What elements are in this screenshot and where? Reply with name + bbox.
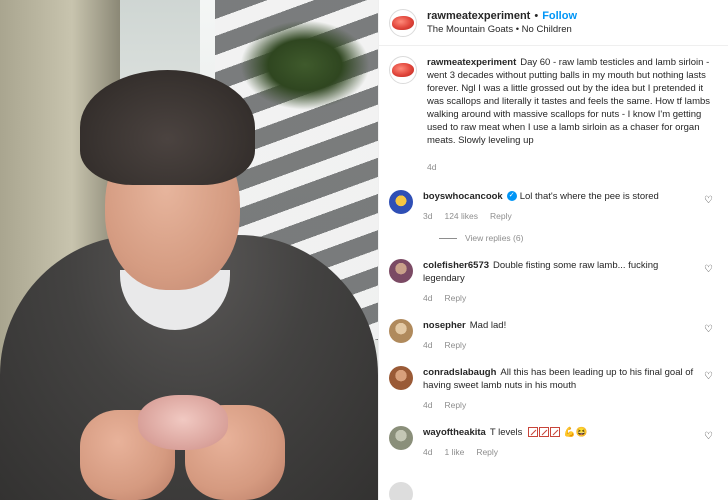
comment-meta: 4d Reply <box>423 292 694 305</box>
commenter-avatar[interactable] <box>389 319 413 343</box>
heart-icon[interactable]: ♡ <box>704 325 714 335</box>
steak-icon <box>392 63 414 77</box>
reply-button[interactable]: Reply <box>444 339 466 352</box>
commenter-avatar <box>389 482 413 500</box>
caption-text: Day 60 - raw lamb testicles and lamb sir… <box>427 57 711 146</box>
heart-icon[interactable]: ♡ <box>704 372 714 382</box>
comment-body: colefisher6573 Double fisting some raw la… <box>423 259 716 305</box>
comment-item: colefisher6573 Double fisting some raw la… <box>389 259 716 305</box>
follow-button[interactable]: Follow <box>542 10 577 22</box>
view-replies-label: View replies (6) <box>465 233 524 243</box>
reply-button[interactable]: Reply <box>444 399 466 412</box>
comment-username[interactable]: nosepher <box>423 320 466 331</box>
comments-panel: rawmeatexperiment • Follow The Mountain … <box>378 0 728 500</box>
verified-badge-icon: ✓ <box>506 191 517 202</box>
comment-item: nosepher Mad lad! 4d Reply ♡ <box>389 319 716 352</box>
separator-dot: • <box>534 10 539 22</box>
steak-icon <box>392 15 414 30</box>
comment-item: conradslabaugh All this has been leading … <box>389 366 716 412</box>
comments-list: rawmeatexperiment Day 60 - raw lamb testi… <box>379 46 728 459</box>
comment-item: wayoftheakita T levels 💪😆 4d 1 like Reply… <box>389 426 716 459</box>
no-entry-emoji-icon <box>528 427 561 438</box>
person-hair <box>80 70 255 185</box>
comment-time[interactable]: 4d <box>423 339 432 352</box>
comment-body: nosepher Mad lad! 4d Reply <box>423 319 716 352</box>
comment-username[interactable]: conradslabaugh <box>423 367 496 378</box>
author-avatar[interactable] <box>389 8 417 37</box>
author-username[interactable]: rawmeatexperiment <box>427 10 530 22</box>
next-comment-peek <box>389 482 423 500</box>
commenter-avatar[interactable] <box>389 190 413 214</box>
comment-time[interactable]: 4d <box>423 292 432 305</box>
comment-body: wayoftheakita T levels 💪😆 4d 1 like Reply <box>423 426 716 459</box>
commenter-avatar[interactable] <box>389 366 413 390</box>
comment-meta: 4d Reply <box>423 339 694 352</box>
comment-username[interactable]: wayoftheakita <box>423 427 486 438</box>
comment-username[interactable]: colefisher6573 <box>423 260 489 271</box>
comment-text: Mad lad! <box>469 320 507 331</box>
caption-body: rawmeatexperiment Day 60 - raw lamb testi… <box>427 56 716 174</box>
header-text: rawmeatexperiment • Follow The Mountain … <box>427 10 577 35</box>
reply-button[interactable]: Reply <box>476 446 498 459</box>
raw-meat <box>138 395 228 450</box>
caption: rawmeatexperiment Day 60 - raw lamb testi… <box>389 56 716 174</box>
post-header: rawmeatexperiment • Follow The Mountain … <box>379 0 728 46</box>
heart-icon[interactable]: ♡ <box>704 432 714 442</box>
commenter-avatar[interactable] <box>389 426 413 450</box>
view-replies-button[interactable]: View replies (6) <box>439 233 716 243</box>
reply-button[interactable]: Reply <box>444 292 466 305</box>
heart-icon[interactable]: ♡ <box>704 265 714 275</box>
comment-text: Lol that's where the pee is stored <box>519 191 659 202</box>
caption-time[interactable]: 4d <box>427 161 716 174</box>
comment-body: conradslabaugh All this has been leading … <box>423 366 716 412</box>
post-media[interactable] <box>0 0 378 500</box>
comment-meta: 4d 1 like Reply <box>423 446 694 459</box>
comment-item: boyswhocancook ✓ Lol that's where the pee … <box>389 190 716 223</box>
audio-subtitle[interactable]: The Mountain Goats • No Children <box>427 24 577 35</box>
comment-meta: 3d 124 likes Reply <box>423 210 694 223</box>
caption-avatar[interactable] <box>389 56 417 84</box>
comment-likes[interactable]: 1 like <box>444 446 464 459</box>
background-palm <box>240 20 370 110</box>
heart-icon[interactable]: ♡ <box>704 196 714 206</box>
commenter-avatar[interactable] <box>389 259 413 283</box>
comment-body: boyswhocancook ✓ Lol that's where the pee … <box>423 190 716 223</box>
comment-time[interactable]: 4d <box>423 446 432 459</box>
emoji-trailing: 💪😆 <box>563 427 588 438</box>
comment-time[interactable]: 3d <box>423 210 432 223</box>
replies-divider <box>439 237 457 239</box>
reply-button[interactable]: Reply <box>490 210 512 223</box>
comment-meta: 4d Reply <box>423 399 694 412</box>
comment-time[interactable]: 4d <box>423 399 432 412</box>
header-top-row: rawmeatexperiment • Follow <box>427 10 577 22</box>
comment-username[interactable]: boyswhocancook <box>423 191 503 202</box>
caption-username[interactable]: rawmeatexperiment <box>427 57 516 68</box>
comment-text: T levels <box>489 427 523 438</box>
comment-likes[interactable]: 124 likes <box>444 210 478 223</box>
